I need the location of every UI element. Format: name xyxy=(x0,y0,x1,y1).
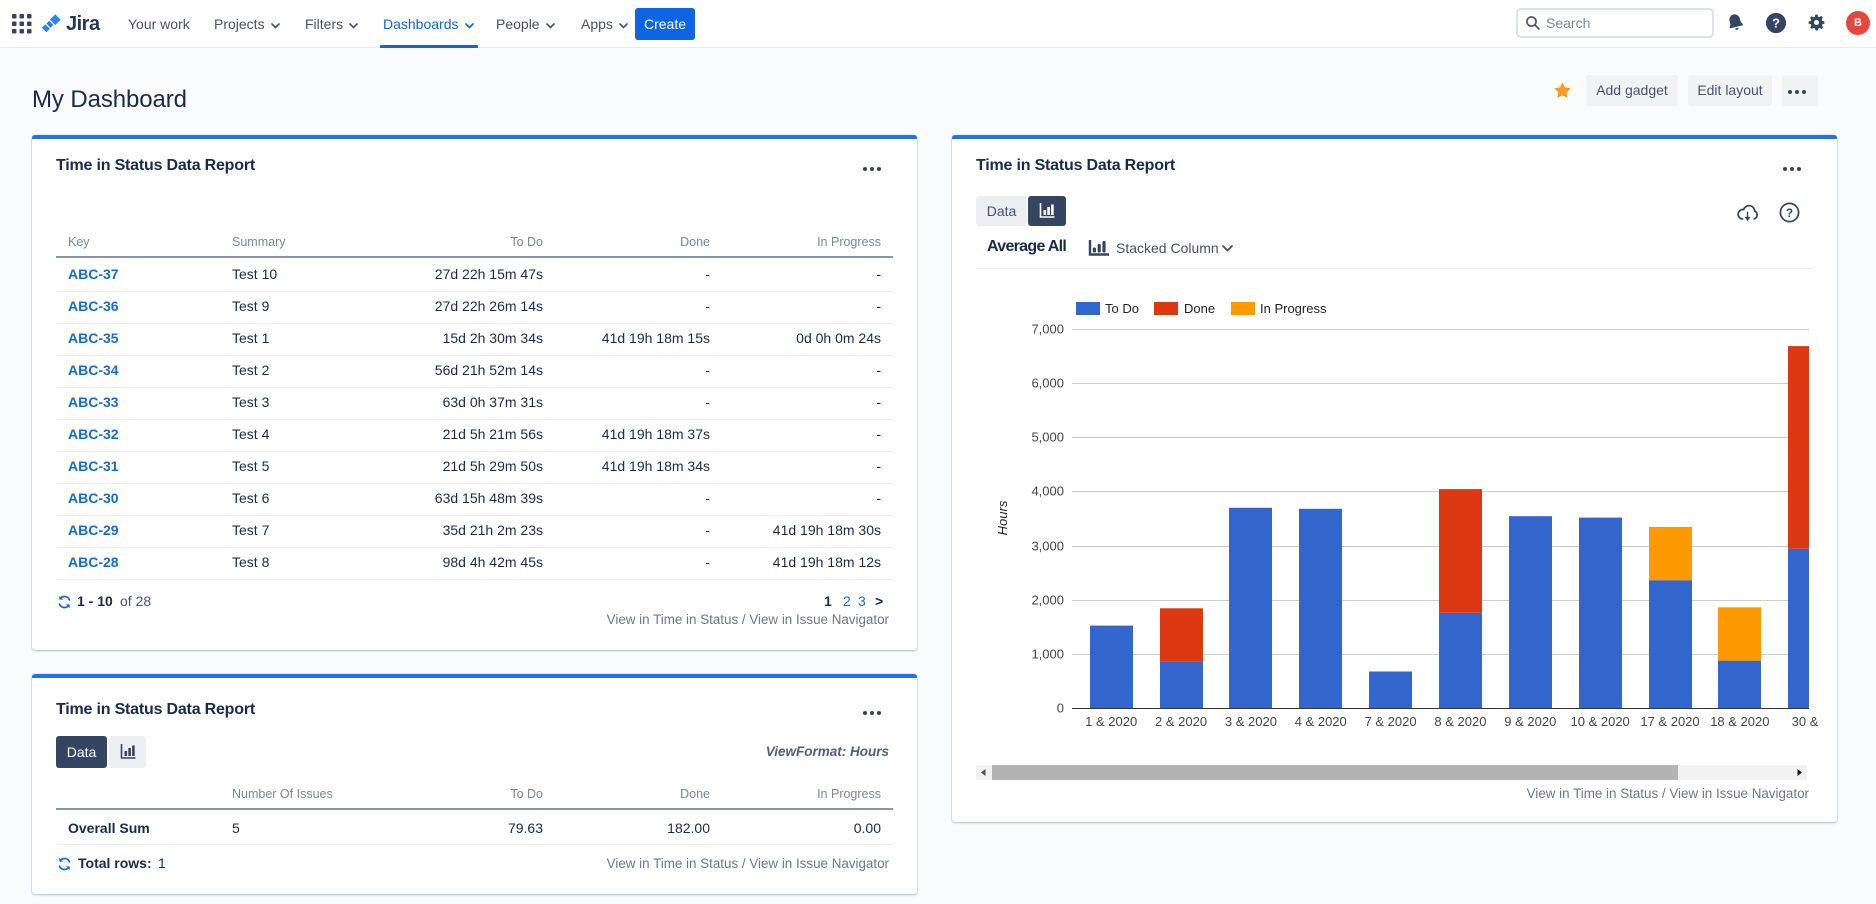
svg-text:2 & 2020: 2 & 2020 xyxy=(1155,714,1207,729)
svg-text:8 & 2020: 8 & 2020 xyxy=(1434,714,1486,729)
svg-text:?: ? xyxy=(1772,16,1780,31)
svg-text:3,000: 3,000 xyxy=(1031,539,1064,554)
svg-text:4 & 2020: 4 & 2020 xyxy=(1295,714,1347,729)
svg-text:9 & 2020: 9 & 2020 xyxy=(1504,714,1556,729)
svg-text:2,000: 2,000 xyxy=(1031,593,1064,608)
svg-text:4,000: 4,000 xyxy=(1031,484,1064,499)
svg-text:1,000: 1,000 xyxy=(1031,647,1064,662)
svg-text:5,000: 5,000 xyxy=(1031,430,1064,445)
svg-text:Hours: Hours xyxy=(995,500,1010,535)
svg-text:3 & 2020: 3 & 2020 xyxy=(1225,714,1277,729)
svg-text:30 &: 30 & xyxy=(1792,714,1819,729)
svg-text:17 & 2020: 17 & 2020 xyxy=(1640,714,1699,729)
svg-text:18 & 2020: 18 & 2020 xyxy=(1710,714,1769,729)
svg-text:1 & 2020: 1 & 2020 xyxy=(1085,714,1137,729)
svg-text:7 & 2020: 7 & 2020 xyxy=(1365,714,1417,729)
svg-text:?: ? xyxy=(1786,206,1793,220)
svg-text:7,000: 7,000 xyxy=(1031,322,1064,337)
svg-text:6,000: 6,000 xyxy=(1031,376,1064,391)
svg-text:0: 0 xyxy=(1057,701,1064,716)
svg-text:10 & 2020: 10 & 2020 xyxy=(1571,714,1630,729)
